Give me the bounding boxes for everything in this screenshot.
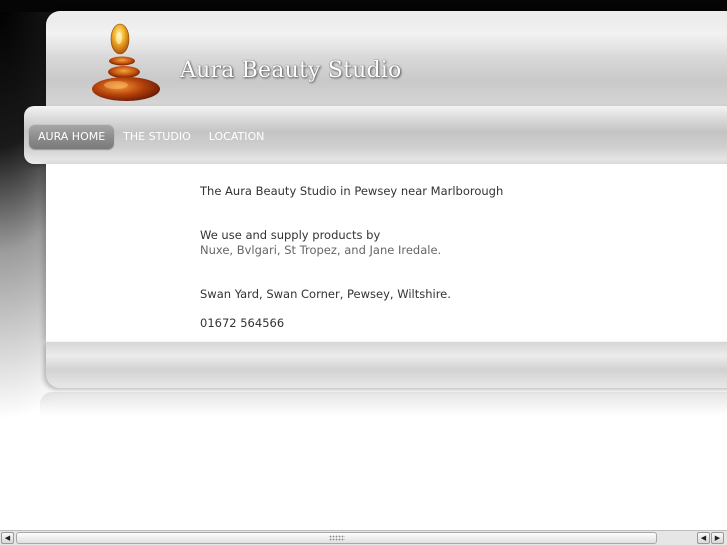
arrow-left-icon[interactable]: ◀	[697, 532, 710, 544]
horizontal-scrollbar[interactable]: ◀ ◀ ▶	[0, 530, 727, 545]
footer-panel	[46, 342, 727, 388]
site-title: Aura Beauty Studio	[180, 58, 402, 83]
nav-item-aura-home[interactable]: AURA HOME	[29, 124, 115, 149]
nav-list: AURA HOME THE STUDIO LOCATION	[29, 124, 273, 149]
grip-icon	[329, 535, 345, 541]
stacked-stones-logo-icon	[92, 23, 160, 101]
nav-item-location[interactable]: LOCATION	[200, 124, 274, 149]
nav-item-the-studio[interactable]: THE STUDIO	[114, 124, 200, 149]
page-viewport: Aura Beauty Studio AURA HOME THE STUDIO …	[0, 0, 727, 530]
arrow-right-icon[interactable]: ▶	[711, 532, 724, 544]
brands-text: Nuxe, Bvlgari, St Tropez, and Jane Ireda…	[200, 243, 442, 257]
scrollbar-thumb[interactable]	[16, 532, 657, 544]
main-content: The Aura Beauty Studio in Pewsey near Ma…	[200, 184, 503, 331]
arrow-left-icon[interactable]: ◀	[1, 532, 14, 544]
footer-reflection	[40, 392, 727, 416]
address-text: Swan Yard, Swan Corner, Pewsey, Wiltshir…	[200, 287, 451, 301]
main-navigation: AURA HOME THE STUDIO LOCATION	[24, 106, 727, 164]
phone-number: 01672 564566	[200, 316, 285, 330]
content-panel: The Aura Beauty Studio in Pewsey near Ma…	[46, 164, 727, 342]
products-lead-text: We use and supply products by	[200, 228, 381, 242]
intro-text: The Aura Beauty Studio in Pewsey near Ma…	[200, 184, 504, 198]
